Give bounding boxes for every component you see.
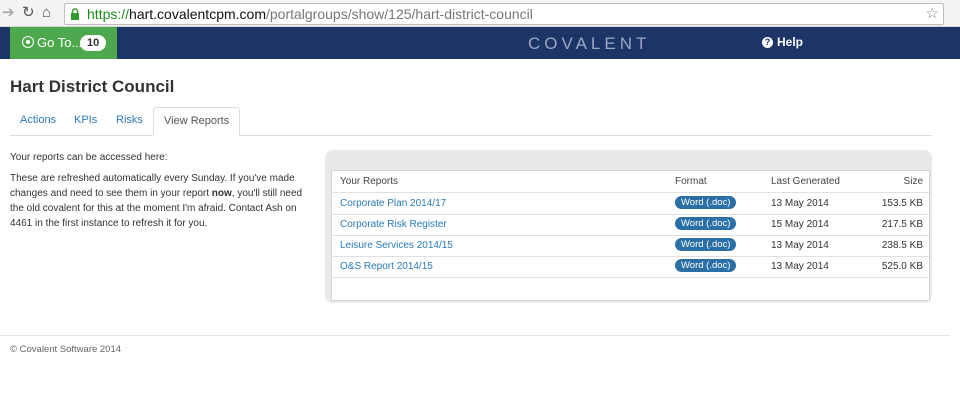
footer-copyright: © Covalent Software 2014 [10,344,122,355]
tab-bar: Actions KPIs Risks View Reports [10,107,932,136]
table-header-row: Your Reports Format Last Generated Size [332,171,929,193]
address-bar[interactable]: https://hart.covalentcpm.com/portalgroup… [64,3,944,25]
tab-kpis[interactable]: KPIs [64,107,107,134]
goto-button[interactable]: Go To... 10 [10,27,117,59]
table-row: Corporate Risk Register Word (.doc) 15 M… [332,214,929,236]
tab-view-reports[interactable]: View Reports [153,107,241,136]
refresh-note-emphasis: now [211,188,232,199]
table-row: O&S Report 2014/15 Word (.doc) 13 May 20… [332,256,929,278]
url-host: hart.covalentcpm.com [129,6,266,22]
intro-text: Your reports can be accessed here: [10,152,168,163]
footer-divider [0,335,950,336]
last-generated: 13 May 2014 [771,261,829,272]
help-label: Help [777,35,804,49]
file-size: 238.5 KB [881,240,923,251]
last-generated: 13 May 2014 [771,198,829,209]
reports-table: Your Reports Format Last Generated Size … [331,170,930,301]
last-generated: 15 May 2014 [771,219,829,230]
header-format: Format [675,176,707,187]
url-path: /portalgroups/show/125/hart-district-cou… [265,6,533,22]
tab-risks[interactable]: Risks [106,107,153,134]
app-header: Go To... 10 COVALENT ? Help [0,27,960,59]
report-link[interactable]: Corporate Plan 2014/17 [340,193,446,214]
reports-panel: Your Reports Format Last Generated Size … [325,150,932,303]
url-text: https://hart.covalentcpm.com/portalgroup… [87,4,533,24]
reload-icon[interactable]: ↻ [22,4,35,22]
url-scheme: https:// [87,6,130,22]
header-last-generated: Last Generated [771,176,840,187]
bookmark-star-icon[interactable]: ☆ [926,4,939,24]
format-badge[interactable]: Word (.doc) [675,217,737,230]
last-generated: 13 May 2014 [771,240,829,251]
report-link[interactable]: Corporate Risk Register [340,214,447,235]
back-arrow-icon[interactable]: ➔ [2,4,15,22]
goto-label: Go To... [37,35,83,50]
file-size: 525.0 KB [881,261,923,272]
refresh-note: These are refreshed automatically every … [10,171,310,231]
report-link[interactable]: Leisure Services 2014/15 [340,235,453,256]
table-row: Leisure Services 2014/15 Word (.doc) 13 … [332,235,929,257]
home-icon[interactable]: ⌂ [42,4,51,22]
goto-count-badge: 10 [80,35,107,51]
format-badge[interactable]: Word (.doc) [675,238,737,251]
browser-toolbar: ➔ ↻ ⌂ https://hart.covalentcpm.com/porta… [0,0,960,27]
file-size: 217.5 KB [881,219,923,230]
brand-logo: COVALENT [528,34,651,53]
file-size: 153.5 KB [881,198,923,209]
target-icon [22,36,34,48]
header-your-reports: Your Reports [340,176,398,187]
lock-icon [71,8,79,20]
help-icon: ? [762,37,773,48]
format-badge[interactable]: Word (.doc) [675,259,737,272]
table-row: Corporate Plan 2014/17 Word (.doc) 13 Ma… [332,193,929,215]
report-link[interactable]: O&S Report 2014/15 [340,256,433,277]
help-link[interactable]: ? Help [762,35,803,49]
page-title: Hart District Council [10,77,175,96]
header-size: Size [903,176,923,187]
tab-actions[interactable]: Actions [10,107,66,134]
format-badge[interactable]: Word (.doc) [675,196,737,209]
